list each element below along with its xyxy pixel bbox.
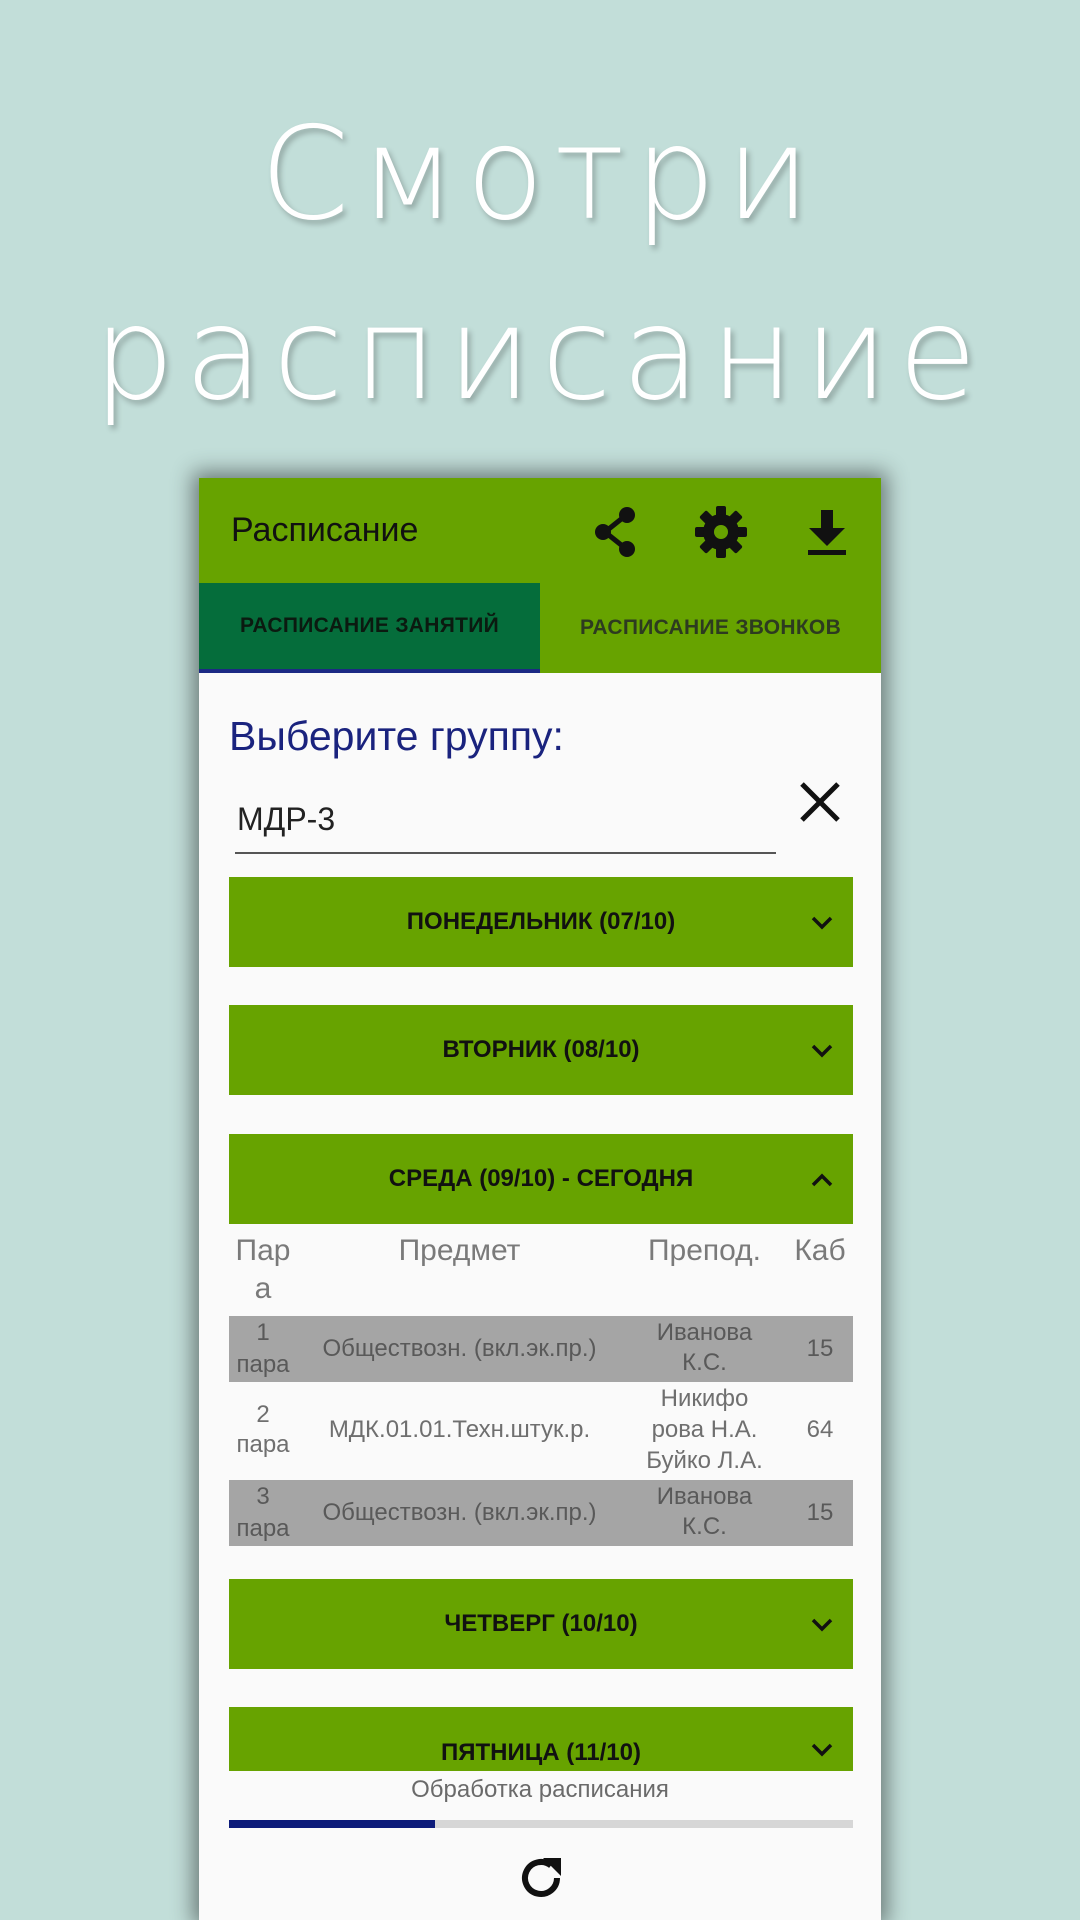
- row-room: 64: [806, 1416, 834, 1443]
- schedule-table: Пар а Предмет Препод. Каб 1 пара Обществ…: [229, 1232, 853, 1546]
- progress-bar: [229, 1820, 853, 1828]
- row-pair-word: пара: [236, 1431, 290, 1458]
- column-header-pair-2: а: [254, 1272, 272, 1305]
- row-teacher-line-1: Никифо: [660, 1385, 749, 1412]
- gear-icon: [695, 506, 747, 558]
- day-label: СРЕДА (09/10) - СЕГОДНЯ: [388, 1165, 694, 1192]
- group-input[interactable]: [235, 790, 776, 854]
- day-label: ПОНЕДЕЛЬНИК (07/10): [406, 908, 676, 935]
- tab-bells[interactable]: РАСПИСАНИЕ ЗВОНКОВ: [540, 583, 881, 673]
- download-button[interactable]: [799, 504, 855, 560]
- chevron-down-icon: [811, 1618, 833, 1632]
- row-pair-number: 2: [256, 1401, 270, 1428]
- share-icon: [595, 507, 635, 557]
- day-wednesday-header[interactable]: СРЕДА (09/10) - СЕГОДНЯ: [229, 1134, 853, 1224]
- table-header: Пар а Предмет Препод. Каб: [229, 1232, 853, 1316]
- column-header-teacher: Препод.: [647, 1234, 762, 1267]
- row-room: 15: [806, 1335, 834, 1362]
- row-teacher-line-3: Буйко Л.А.: [646, 1447, 763, 1474]
- column-header-room: Каб: [794, 1234, 846, 1267]
- day-thursday-header[interactable]: ЧЕТВЕРГ (10/10): [229, 1579, 853, 1669]
- row-teacher-line-2: рова Н.А.: [651, 1416, 758, 1443]
- settings-button[interactable]: [693, 504, 749, 560]
- tab-bar: РАСПИСАНИЕ ЗАНЯТИЙ РАСПИСАНИЕ ЗВОНКОВ: [199, 583, 881, 673]
- share-button[interactable]: [589, 504, 645, 560]
- row-pair-number: 1: [256, 1319, 270, 1346]
- table-row: 3 пара Обществозн. (вкл.эк.пр.) Иванова …: [229, 1480, 853, 1546]
- day-friday-header[interactable]: ПЯТНИЦА (11/10): [229, 1707, 853, 1771]
- row-subject: Обществозн. (вкл.эк.пр.): [322, 1499, 597, 1526]
- app-bar: Расписание: [199, 478, 881, 583]
- day-label: ВТОРНИК (08/10): [442, 1036, 640, 1063]
- table-row: 1 пара Обществозн. (вкл.эк.пр.) Иванова …: [229, 1316, 853, 1382]
- row-teacher-line-2: К.С.: [682, 1349, 727, 1376]
- chevron-down-icon: [811, 916, 833, 930]
- chevron-up-icon: [811, 1173, 833, 1187]
- refresh-button[interactable]: [513, 1850, 569, 1906]
- close-icon: [800, 782, 840, 822]
- status-text: Обработка расписания: [411, 1776, 669, 1803]
- group-select-label: Выберите группу:: [229, 713, 564, 759]
- row-teacher-line-2: К.С.: [682, 1513, 727, 1540]
- row-room: 15: [806, 1499, 834, 1526]
- phone-screen: Расписание РАСПИСАНИЕ ЗАНЯТИЙ РАСПИСАНИЕ…: [199, 478, 881, 1920]
- clear-group-button[interactable]: [792, 774, 848, 830]
- row-teacher-line-1: Иванова: [656, 1319, 753, 1346]
- chevron-down-icon: [811, 1044, 833, 1058]
- tab-lessons[interactable]: РАСПИСАНИЕ ЗАНЯТИЙ: [199, 583, 540, 673]
- row-pair-word: пара: [236, 1351, 290, 1378]
- day-label: ЧЕТВЕРГ (10/10): [444, 1610, 638, 1637]
- day-monday-header[interactable]: ПОНЕДЕЛЬНИК (07/10): [229, 877, 853, 967]
- row-pair-number: 3: [256, 1483, 270, 1510]
- column-header-pair-1: Пар: [235, 1234, 291, 1267]
- row-pair-word: пара: [236, 1515, 290, 1542]
- refresh-icon: [522, 1858, 561, 1897]
- row-subject: МДК.01.01.Техн.штук.р.: [328, 1416, 591, 1443]
- day-label: ПЯТНИЦА (11/10): [441, 1739, 641, 1766]
- row-subject: Обществозн. (вкл.эк.пр.): [322, 1335, 597, 1362]
- table-row: 2 пара МДК.01.01.Техн.штук.р. Никифо ров…: [229, 1382, 853, 1480]
- download-icon: [808, 510, 846, 555]
- row-teacher-line-1: Иванова: [656, 1483, 753, 1510]
- promo-line-1: Смотри: [259, 100, 821, 249]
- progress-bar-fill: [229, 1820, 435, 1828]
- column-header-subject: Предмет: [398, 1234, 521, 1267]
- promo-headline: Смотри расписание: [0, 85, 1080, 445]
- promo-line-2: расписание: [93, 280, 987, 429]
- day-tuesday-header[interactable]: ВТОРНИК (08/10): [229, 1005, 853, 1095]
- app-title: Расписание: [231, 511, 419, 549]
- chevron-down-icon: [811, 1743, 833, 1757]
